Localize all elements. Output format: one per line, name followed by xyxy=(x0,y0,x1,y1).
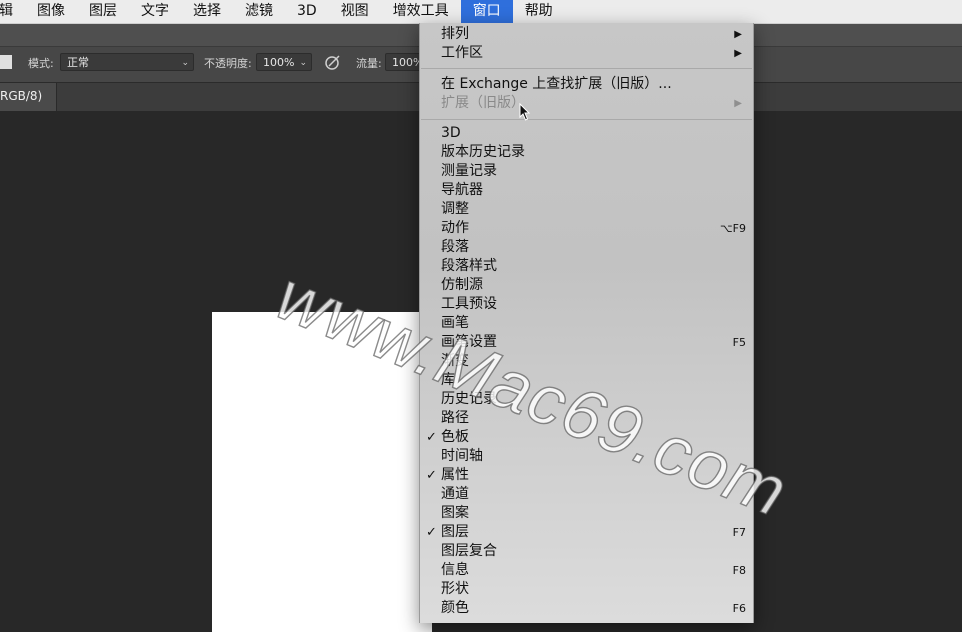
mode-value: 正常 xyxy=(67,56,89,69)
menu-item-panel[interactable]: 画笔设置 xyxy=(441,333,497,352)
menu-window[interactable]: 窗口 xyxy=(460,0,513,23)
checkmark-icon: ✓ xyxy=(426,468,437,483)
checkmark-icon: ✓ xyxy=(426,430,437,445)
menu-item-panel[interactable]: 段落 xyxy=(441,238,469,257)
mode-select[interactable]: 正常 ⌄ xyxy=(60,53,194,71)
menu-item-shortcut: F7 xyxy=(732,526,746,539)
menu-select[interactable]: 选择 xyxy=(181,0,233,23)
menu-item-panel[interactable]: 属性 xyxy=(441,466,469,485)
chevron-down-icon: ⌄ xyxy=(299,58,307,68)
menu-help[interactable]: 帮助 xyxy=(513,0,565,23)
menu-item-panel[interactable]: 画笔 xyxy=(441,314,469,333)
menu-item-shortcut: F6 xyxy=(732,602,746,615)
menu-item-panel[interactable]: 动作 xyxy=(441,219,469,238)
submenu-arrow-icon: ▶ xyxy=(734,98,742,109)
menu-view[interactable]: 视图 xyxy=(329,0,381,23)
menu-item-panel[interactable]: 3D xyxy=(441,124,461,143)
menu-item-workspace[interactable]: 工作区 xyxy=(441,44,483,63)
menu-edit[interactable]: 辑 xyxy=(0,0,25,23)
airbrush-icon[interactable] xyxy=(323,52,343,72)
chevron-down-icon: ⌄ xyxy=(181,58,189,68)
menu-image[interactable]: 图像 xyxy=(25,0,77,23)
mouse-cursor-icon xyxy=(519,103,531,121)
menu-item-panel[interactable]: 色板 xyxy=(441,428,469,447)
menu-item-find-exchange[interactable]: 在 Exchange 上查找扩展（旧版）... xyxy=(441,75,672,94)
menu-item-extensions: 扩展（旧版） xyxy=(441,95,525,111)
menu-item-panel[interactable]: 工具预设 xyxy=(441,295,497,314)
menu-item-panel[interactable]: 导航器 xyxy=(441,181,483,200)
document-tab[interactable]: RGB/8) xyxy=(0,83,57,111)
submenu-arrow-icon: ▶ xyxy=(734,29,742,40)
menu-item-shortcut: ⌥F9 xyxy=(719,222,746,235)
menu-item-panel[interactable]: 仿制源 xyxy=(441,276,483,295)
menu-plugins[interactable]: 增效工具 xyxy=(381,0,461,23)
menu-type[interactable]: 文字 xyxy=(129,0,181,23)
menu-item-panel[interactable]: 信息 xyxy=(441,561,469,580)
tool-preset-icon[interactable] xyxy=(0,55,12,69)
menu-item-panel[interactable]: 形状 xyxy=(441,580,469,599)
menu-filter[interactable]: 滤镜 xyxy=(233,0,285,23)
menu-item-panel[interactable]: 通道 xyxy=(441,485,469,504)
menu-item-panel[interactable]: 时间轴 xyxy=(441,447,483,466)
menu-item-panel[interactable]: 图层复合 xyxy=(441,542,497,561)
menu-item-panel[interactable]: 测量记录 xyxy=(441,162,497,181)
submenu-arrow-icon: ▶ xyxy=(734,48,742,59)
menu-3d[interactable]: 3D xyxy=(285,0,329,23)
document-canvas[interactable] xyxy=(212,312,432,632)
menu-item-panel[interactable]: 历史记录 xyxy=(441,390,497,409)
menu-item-panel[interactable]: 渐变 xyxy=(441,352,469,371)
menu-item-panel[interactable]: 图层 xyxy=(441,523,469,542)
opacity-value: 100% xyxy=(263,56,295,69)
menu-layer[interactable]: 图层 xyxy=(77,0,129,23)
window-menu-dropdown: 排列 ▶ 工作区 ▶ 在 Exchange 上查找扩展（旧版）... 扩展（旧版… xyxy=(419,23,754,623)
menu-item-panel[interactable]: 库 xyxy=(441,371,455,390)
opacity-field[interactable]: 100% ⌄ xyxy=(256,53,312,71)
menu-bar: 辑 图像 图层 文字 选择 滤镜 3D 视图 增效工具 窗口 帮助 xyxy=(0,0,962,24)
menu-item-panel[interactable]: 版本历史记录 xyxy=(441,143,525,162)
menu-separator xyxy=(421,119,752,120)
menu-item-panel[interactable]: 颜色 xyxy=(441,599,469,618)
flow-label: 流量: xyxy=(356,57,382,70)
mode-label: 模式: xyxy=(28,57,54,70)
checkmark-icon: ✓ xyxy=(426,525,437,540)
menu-item-panel[interactable]: 路径 xyxy=(441,409,469,428)
menu-item-shortcut: F8 xyxy=(732,564,746,577)
menu-item-panel[interactable]: 调整 xyxy=(441,200,469,219)
menu-item-shortcut: F5 xyxy=(732,336,746,349)
document-tab-label: RGB/8) xyxy=(0,89,43,103)
menu-item-panel[interactable]: 图案 xyxy=(441,504,469,523)
menu-item-panel[interactable]: 段落样式 xyxy=(441,257,497,276)
menu-item-arrange[interactable]: 排列 xyxy=(441,25,469,44)
menu-separator xyxy=(421,68,752,69)
opacity-label: 不透明度: xyxy=(204,57,252,70)
